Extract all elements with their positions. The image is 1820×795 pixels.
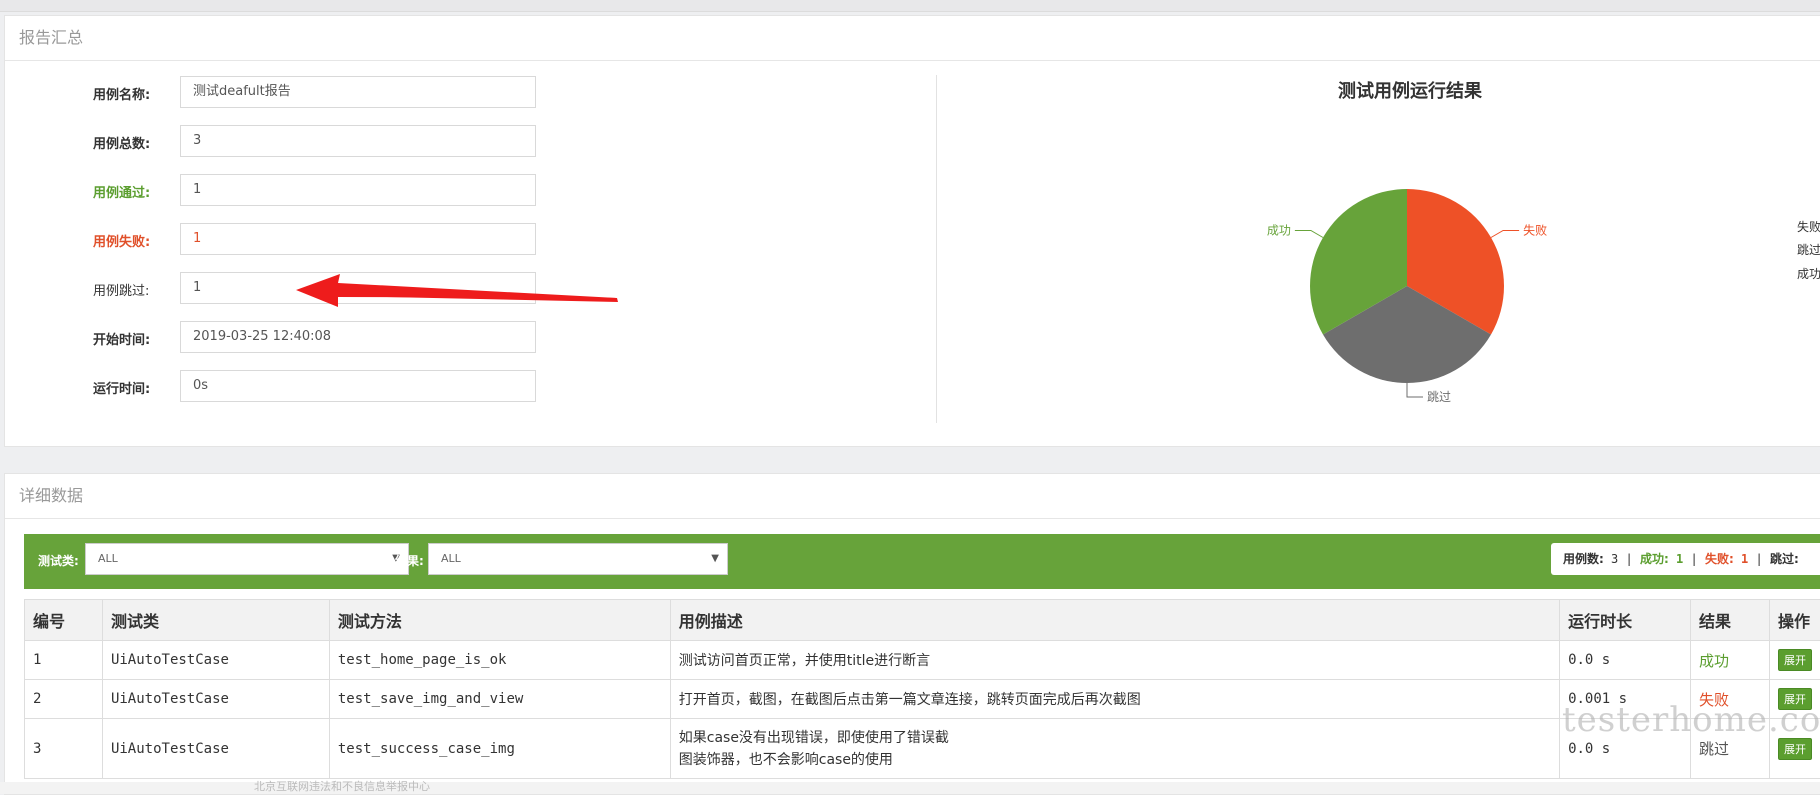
filter-class-select[interactable]: ALL ▼ (85, 543, 409, 575)
cell-class: UiAutoTestCase (102, 641, 329, 680)
cell-desc: 如果case没有出现错误，即使使用了错误截 图装饰器，也不会影响case的使用 (670, 719, 1559, 779)
count-total: 3 (1611, 552, 1618, 566)
field-label: 用例通过: (93, 182, 183, 201)
cell-action: 展开 (1769, 641, 1820, 680)
col-header-method: 测试方法 (329, 600, 670, 641)
field-label: 开始时间: (93, 329, 183, 348)
table-row: 3 UiAutoTestCase test_success_case_img 如… (25, 719, 1820, 779)
footer-strip: 北京互联网违法和不良信息举报中心 (0, 782, 1820, 794)
pie-label-line (1407, 383, 1423, 397)
legend-item-fail[interactable]: 失败 (1797, 218, 1820, 235)
legend-item-skip[interactable]: 跳过 (1797, 241, 1820, 258)
count-skip-label: 跳过: (1770, 552, 1799, 566)
desc-text: 测试访问首页正常，并使用title进行断言 (679, 653, 930, 669)
separator: | (1626, 552, 1633, 566)
cell-method: test_home_page_is_ok (329, 641, 670, 680)
results-table: 编号 测试类 测试方法 用例描述 运行时长 结果 操作 1 UiAutoTest… (24, 599, 1820, 779)
field-label: 用例名称: (93, 84, 183, 103)
field-label: 用例跳过: (93, 280, 183, 299)
select-value: ALL (441, 552, 461, 565)
filter-class-label: 测试类: (38, 552, 79, 569)
detail-title: 详细数据 (5, 474, 1820, 519)
cell-method: test_success_case_img (329, 719, 670, 779)
col-header-id: 编号 (25, 600, 103, 641)
pie-label-line (1295, 231, 1323, 238)
desc-text: 打开首页，截图，在截图后点击第一篇文章连接，跳转页面完成后再次截图 (679, 692, 1141, 708)
footer-text: 北京互联网违法和不良信息举报中心 (254, 778, 430, 794)
filter-bar: 测试类: ALL ▼ 结果: ALL ▼ 用例数: 3 | 成功: 1 | 失败… (24, 534, 1820, 589)
counts-summary: 用例数: 3 | 成功: 1 | 失败: 1 | 跳过: (1551, 543, 1820, 575)
start-time-input[interactable]: 2019-03-25 12:40:08 (180, 321, 536, 353)
legend-item-success[interactable]: 成功 (1797, 265, 1820, 282)
top-strip (0, 0, 1820, 12)
pie-label: 失败 (1523, 223, 1547, 238)
pie-label: 跳过 (1427, 390, 1451, 404)
cell-result: 成功 (1691, 641, 1770, 680)
field-label: 用例总数: (93, 133, 183, 152)
result-badge: 成功 (1699, 652, 1729, 670)
field-label: 运行时间: (93, 378, 183, 397)
select-value: ALL (98, 552, 118, 565)
col-header-class: 测试类 (102, 600, 329, 641)
filter-result-select[interactable]: ALL ▼ (428, 543, 728, 575)
table-row: 2 UiAutoTestCase test_save_img_and_view … (25, 680, 1820, 719)
chart-title: 测试用例运行结果 (1200, 77, 1620, 103)
result-badge: 跳过 (1699, 740, 1729, 758)
watermark: testerhome.com (1562, 700, 1820, 740)
filter-result-label: 结果: (395, 552, 424, 569)
cell-class: UiAutoTestCase (102, 680, 329, 719)
expand-button[interactable]: 展开 (1778, 738, 1812, 760)
cell-id: 2 (25, 680, 103, 719)
cell-method: test_save_img_and_view (329, 680, 670, 719)
cell-desc: 打开首页，截图，在截图后点击第一篇文章连接，跳转页面完成后再次截图 (670, 680, 1559, 719)
table-row: 1 UiAutoTestCase test_home_page_is_ok 测试… (25, 641, 1820, 680)
expand-button[interactable]: 展开 (1778, 649, 1812, 671)
desc-text: 如果case没有出现错误，即使使用了错误截 (679, 730, 949, 746)
count-pass: 1 (1676, 552, 1683, 566)
count-pass-label: 成功: (1640, 552, 1669, 566)
cell-id: 1 (25, 641, 103, 680)
separator: | (1755, 552, 1762, 566)
cell-class: UiAutoTestCase (102, 719, 329, 779)
run-time-input[interactable]: 0s (180, 370, 536, 402)
caret-down-icon: ▼ (711, 544, 719, 574)
col-header-result: 结果 (1691, 600, 1770, 641)
case-total-input[interactable]: 3 (180, 125, 536, 157)
count-total-label: 用例数: (1563, 552, 1604, 566)
col-header-action: 操作 (1769, 600, 1820, 641)
col-header-duration: 运行时长 (1560, 600, 1691, 641)
count-fail: 1 (1741, 552, 1748, 566)
count-fail-label: 失败: (1705, 552, 1734, 566)
summary-divider (936, 75, 937, 423)
case-pass-input[interactable]: 1 (180, 174, 536, 206)
case-skip-input[interactable]: 1 (180, 272, 536, 304)
pie-chart: 失败跳过 成功 (1220, 150, 1640, 420)
case-name-input[interactable]: 测试deafult报告 (180, 76, 536, 108)
cell-id: 3 (25, 719, 103, 779)
separator: | (1691, 552, 1698, 566)
pie-label: 成功 (1267, 224, 1291, 238)
desc-text: 图装饰器，也不会影响case的使用 (679, 752, 893, 768)
cell-duration: 0.0 s (1560, 641, 1691, 680)
field-label: 用例失败: (93, 231, 183, 250)
col-header-desc: 用例描述 (670, 600, 1559, 641)
pie-label-line (1491, 231, 1519, 238)
summary-title: 报告汇总 (5, 16, 1820, 61)
case-fail-input[interactable]: 1 (180, 223, 536, 255)
table-header-row: 编号 测试类 测试方法 用例描述 运行时长 结果 操作 (25, 600, 1820, 641)
cell-desc: 测试访问首页正常，并使用title进行断言 (670, 641, 1559, 680)
